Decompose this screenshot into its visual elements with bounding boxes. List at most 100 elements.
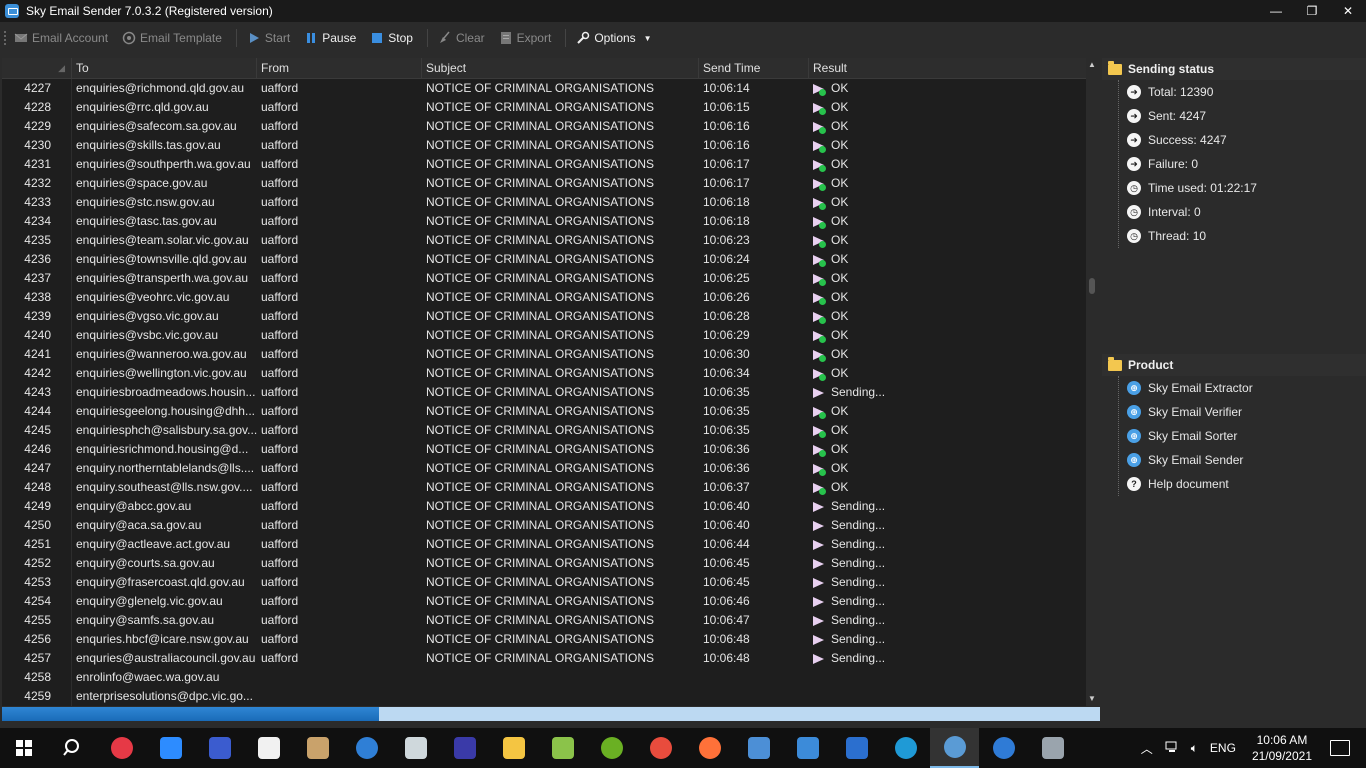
table-row[interactable]: 4235 enquiries@team.solar.vic.gov.au uaffo… [2,231,1086,250]
taskbar-app-x-icon[interactable] [440,728,489,768]
language-indicator[interactable]: ENG [1210,741,1236,755]
taskbar-app-green-icon[interactable] [587,728,636,768]
scroll-down-icon[interactable]: ▼ [1087,694,1097,704]
export-button[interactable]: Export [499,31,551,45]
table-row[interactable]: 4250 enquiry@aca.sa.gov.au uafford NOTICE O… [2,516,1086,535]
taskbar-app-wave-icon[interactable] [979,728,1028,768]
column-header-result[interactable]: Result [809,58,1086,78]
taskbar-app-red-icon[interactable] [97,728,146,768]
table-row[interactable]: 4237 enquiries@transperth.wa.gov.au uaffor… [2,269,1086,288]
tree-item[interactable]: ⊕ Sky Email Extractor [1119,376,1366,400]
scroll-up-icon[interactable]: ▲ [1087,60,1097,70]
tree-item[interactable]: ⊕ Sky Email Verifier [1119,400,1366,424]
send-time-cell: 10:06:35 [703,404,750,418]
close-button[interactable]: ✕ [1330,0,1366,22]
table-row[interactable]: 4248 enquiry.southeast@lls.nsw.gov.... uaf… [2,478,1086,497]
tree-item[interactable]: ⊕ Sky Email Sorter [1119,424,1366,448]
table-row[interactable]: 4239 enquiries@vgso.vic.gov.au uafford NOTI… [2,307,1086,326]
tree-item[interactable]: ◷ Thread: 10 [1119,224,1366,248]
chevron-up-icon[interactable]: ︿ [1141,740,1153,757]
column-header-from[interactable]: From [257,58,422,78]
table-row[interactable]: 4238 enquiries@veohrc.vic.gov.au uafford NO… [2,288,1086,307]
clock[interactable]: 10:06 AM 21/09/2021 [1252,732,1312,764]
table-row[interactable]: 4230 enquiries@skills.tas.gov.au uafford NO… [2,136,1086,155]
taskbar-chrome-icon[interactable] [636,728,685,768]
table-row[interactable]: 4257 enquries@australiacouncil.gov.au uaff… [2,649,1086,668]
table-row[interactable]: 4232 enquiries@space.gov.au uafford NOTICE … [2,174,1086,193]
maximize-button[interactable]: ❐ [1294,0,1330,22]
table-row[interactable]: 4249 enquiry@abcc.gov.au uafford NOTICE OF … [2,497,1086,516]
email-template-button[interactable]: Email Template [122,31,222,45]
table-row[interactable]: 4244 enquiriesgeelong.housing@dhh... uaffo… [2,402,1086,421]
tree-item[interactable]: ➜ Sent: 4247 [1119,104,1366,128]
taskbar-notepad-icon[interactable] [538,728,587,768]
column-header-to[interactable]: To [72,58,257,78]
tree-item[interactable]: ◷ Time used: 01:22:17 [1119,176,1366,200]
network-icon[interactable] [1165,741,1179,756]
table-row[interactable]: 4227 enquiries@richmond.qld.gov.au uafford… [2,79,1086,98]
taskbar-file-icon[interactable] [244,728,293,768]
table-row[interactable]: 4258 enrolinfo@waec.wa.gov.au [2,668,1086,687]
options-dropdown[interactable]: Options ▼ [576,31,652,45]
row-number-header[interactable]: ◢ [2,58,72,78]
tree-item[interactable]: ➜ Failure: 0 [1119,152,1366,176]
column-header-subject[interactable]: Subject [422,58,699,78]
table-row[interactable]: 4247 enquiry.northerntablelands@lls.... ua… [2,459,1086,478]
scroll-thumb[interactable] [1089,278,1095,294]
tree-item[interactable]: ⊕ Sky Email Sender [1119,448,1366,472]
taskbar-network-icon[interactable] [734,728,783,768]
table-row[interactable]: 4255 enquiry@samfs.sa.gov.au uafford NOTICE… [2,611,1086,630]
table-row[interactable]: 4254 enquiry@glenelg.vic.gov.au uafford NOT… [2,592,1086,611]
tree-item[interactable]: ➜ Total: 12390 [1119,80,1366,104]
volume-icon[interactable]: 🔈︎ [1191,741,1198,756]
table-row[interactable]: 4253 enquiry@frasercoast.qld.gov.au uaffor… [2,573,1086,592]
table-row[interactable]: 4259 enterprisesolutions@dpc.vic.go... [2,687,1086,706]
send-time-cell: 10:06:40 [703,518,750,532]
column-header-send-time[interactable]: Send Time [699,58,809,78]
taskbar-edge-icon[interactable] [881,728,930,768]
sending-status-header[interactable]: Sending status [1102,58,1366,80]
account-icon [14,31,28,45]
table-row[interactable]: 4246 enquiriesrichmond.housing@d... uaffor… [2,440,1086,459]
table-row[interactable]: 4251 enquiry@actleave.act.gov.au uafford NO… [2,535,1086,554]
taskbar-firefox-icon[interactable] [685,728,734,768]
taskbar-search-icon[interactable] [48,728,97,768]
pause-button[interactable]: Pause [304,31,356,45]
tree-item[interactable]: ➜ Success: 4247 [1119,128,1366,152]
notification-icon[interactable] [1330,740,1350,756]
table-row[interactable]: 4256 enquries.hbcf@icare.nsw.gov.au uaffor… [2,630,1086,649]
start-button[interactable] [0,728,48,768]
table-row[interactable]: 4252 enquiry@courts.sa.gov.au uafford NOTIC… [2,554,1086,573]
table-row[interactable]: 4229 enquiries@safecom.sa.gov.au uafford NO… [2,117,1086,136]
table-row[interactable]: 4242 enquiries@wellington.vic.gov.au uaffo… [2,364,1086,383]
taskbar-app-blue-icon[interactable] [195,728,244,768]
tree-item[interactable]: ◷ Interval: 0 [1119,200,1366,224]
table-row[interactable]: 4241 enquiries@wanneroo.wa.gov.au uafford N… [2,345,1086,364]
taskbar-photos-icon[interactable] [783,728,832,768]
table-row[interactable]: 4243 enquiriesbroadmeadows.housin... uaffo… [2,383,1086,402]
tree-item[interactable]: ? Help document [1119,472,1366,496]
taskbar-app-gray-icon[interactable] [1028,728,1077,768]
minimize-button[interactable]: — [1258,0,1294,22]
email-account-button[interactable]: Email Account [14,31,108,45]
start-button[interactable]: Start [247,31,290,45]
from-cell [257,668,422,687]
taskbar-zoom-icon[interactable] [146,728,195,768]
grid-scrollbar[interactable]: ▲ ▼ [1086,58,1098,706]
taskbar-calculator-icon[interactable] [391,728,440,768]
table-row[interactable]: 4236 enquiries@townsville.qld.gov.au uaffo… [2,250,1086,269]
stop-button[interactable]: Stop [370,31,413,45]
table-row[interactable]: 4245 enquiriesphch@salisbury.sa.gov... uaf… [2,421,1086,440]
table-row[interactable]: 4240 enquiries@vsbc.vic.gov.au uafford NOTI… [2,326,1086,345]
taskbar-cortana-icon[interactable] [342,728,391,768]
taskbar-paint-icon[interactable] [293,728,342,768]
taskbar-folder-icon[interactable] [489,728,538,768]
table-row[interactable]: 4228 enquiries@rrc.qld.gov.au uafford NOTIC… [2,98,1086,117]
product-header[interactable]: Product [1102,354,1366,376]
clear-button[interactable]: Clear [438,31,485,45]
taskbar-sky-email-sender-icon[interactable] [930,728,979,768]
table-row[interactable]: 4233 enquiries@stc.nsw.gov.au uafford NOTIC… [2,193,1086,212]
table-row[interactable]: 4231 enquiries@southperth.wa.gov.au uaffor… [2,155,1086,174]
taskbar-document-icon[interactable] [832,728,881,768]
table-row[interactable]: 4234 enquiries@tasc.tas.gov.au uafford NOTI… [2,212,1086,231]
